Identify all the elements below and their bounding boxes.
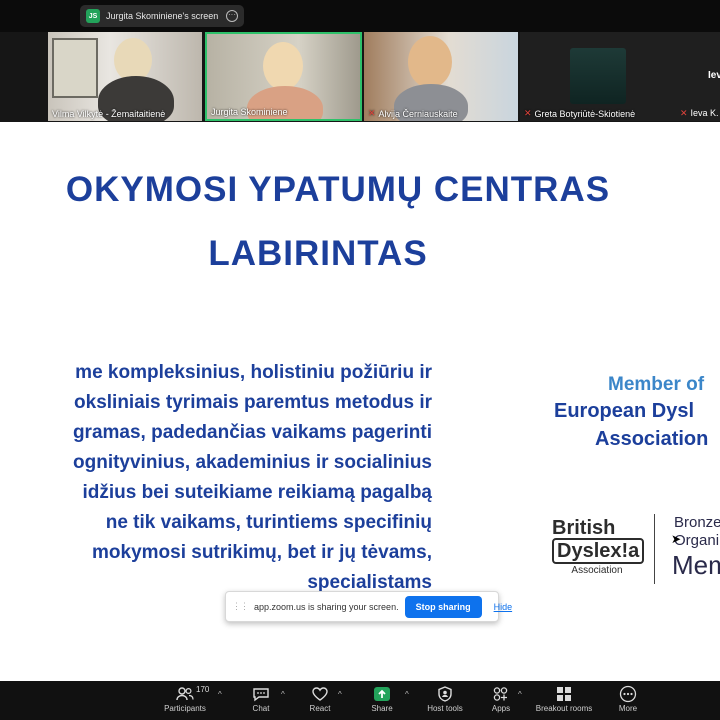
stop-sharing-button[interactable]: Stop sharing	[404, 595, 482, 618]
more-icon	[610, 684, 646, 704]
wall-map-image	[52, 38, 98, 98]
participant-name: ✕ Ieva K.	[680, 108, 719, 118]
chevron-up-icon[interactable]: ^	[518, 690, 522, 699]
share-button[interactable]: Share	[364, 684, 400, 718]
presenter-avatar-badge: JS	[86, 9, 100, 23]
participant-profile-picture	[570, 48, 626, 104]
member-organization: Association	[595, 428, 709, 450]
hide-banner-link[interactable]: Hide	[494, 602, 513, 612]
participant-initials: Iev	[708, 70, 720, 81]
chevron-up-icon[interactable]: ^	[338, 690, 342, 699]
participant-tile[interactable]: ✕ Alvija Černiauskaite	[364, 32, 518, 121]
british-dyslexia-association-logo: British Dyslex!a Association	[552, 518, 645, 578]
screen-share-indicator[interactable]: JS Jurgita Skominiene's screen ···	[80, 5, 244, 27]
top-bar: JS Jurgita Skominiene's screen ···	[0, 0, 720, 32]
slide-title: LABIRINTAS	[208, 234, 428, 273]
participant-name: Jurgita Skominiene	[211, 107, 288, 117]
more-options-icon[interactable]: ···	[226, 10, 238, 22]
mic-muted-icon: ✕	[524, 108, 532, 118]
slide-body-text: me kompleksinius, holistiniu požiūriu ir…	[72, 362, 432, 593]
participant-count-badge: 170	[196, 685, 210, 694]
apps-icon	[484, 684, 518, 704]
chat-button[interactable]: Chat	[243, 684, 279, 718]
host-tools-button[interactable]: Host tools	[422, 684, 468, 718]
screen-share-label: Jurgita Skominiene's screen	[106, 11, 219, 21]
share-icon	[364, 684, 400, 704]
apps-button[interactable]: Apps	[484, 684, 518, 718]
participant-video	[408, 36, 452, 88]
drag-handle-icon[interactable]: ⋮⋮	[232, 601, 249, 612]
grid-icon	[532, 684, 596, 704]
participant-tile-active-speaker[interactable]: Jurgita Skominiene	[205, 32, 362, 121]
chat-icon	[243, 684, 279, 704]
shield-icon	[422, 684, 468, 704]
participant-name: ✕ Greta Botyriūtė-Skiotienė	[524, 108, 636, 119]
logo-divider	[654, 514, 655, 584]
sharing-status-text: app.zoom.us is sharing your screen.	[254, 601, 399, 612]
slide-title: OKYMOSI YPATUMŲ CENTRAS	[65, 170, 611, 209]
member-of-label: Member of	[608, 374, 705, 395]
breakout-rooms-button[interactable]: Breakout rooms	[532, 684, 596, 718]
mic-muted-icon: ✕	[368, 108, 376, 118]
participant-tile[interactable]: ✕ Greta Botyriūtė-Skiotienė Iev ✕ Ieva K.	[520, 32, 720, 121]
bronze-membership-text: Mem	[672, 550, 720, 580]
chevron-up-icon[interactable]: ^	[405, 690, 409, 699]
mic-muted-icon: ✕	[680, 108, 688, 118]
chevron-up-icon[interactable]: ^	[218, 690, 222, 699]
participant-video-strip: Vilma Vilkytė - Žemaitaitienė Jurgita Sk…	[0, 32, 720, 122]
member-organization: European Dysl	[554, 400, 695, 422]
participant-tile[interactable]: Vilma Vilkytė - Žemaitaitienė	[48, 32, 202, 121]
mouse-cursor-icon: ➤	[671, 532, 682, 546]
heart-icon	[302, 684, 338, 704]
more-button[interactable]: More	[610, 684, 646, 718]
react-button[interactable]: React	[302, 684, 338, 718]
participant-name: Vilma Vilkytė - Žemaitaitienė	[52, 109, 166, 119]
participant-name: ✕ Alvija Černiauskaite	[368, 108, 458, 119]
bronze-membership-text: Bronze	[674, 514, 720, 531]
chevron-up-icon[interactable]: ^	[281, 690, 285, 699]
participant-video	[263, 42, 303, 90]
screen-sharing-banner: ⋮⋮ app.zoom.us is sharing your screen. S…	[225, 591, 512, 622]
meeting-toolbar: Participants 170 ^ Chat ^ React ^ Share …	[0, 681, 720, 720]
